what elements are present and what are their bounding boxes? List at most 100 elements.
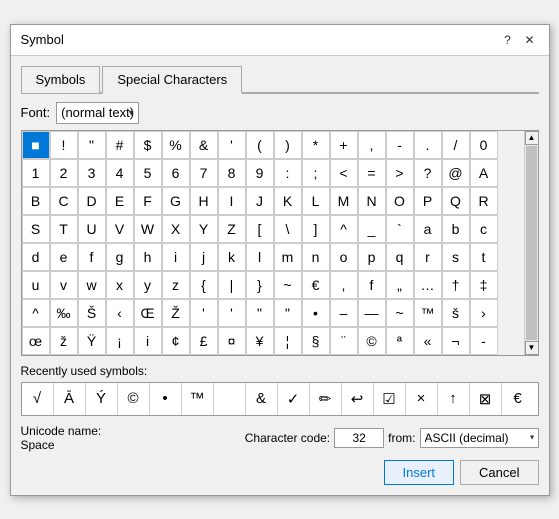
symbol-cell[interactable]: œ — [22, 327, 50, 355]
close-button[interactable]: ✕ — [521, 31, 539, 49]
symbol-cell[interactable]: u — [22, 271, 50, 299]
symbol-cell[interactable]: . — [414, 131, 442, 159]
symbol-cell[interactable]: ‹ — [106, 299, 134, 327]
symbol-cell[interactable]: € — [302, 271, 330, 299]
symbol-cell[interactable]: " — [78, 131, 106, 159]
symbol-cell[interactable]: ? — [414, 159, 442, 187]
symbol-cell[interactable]: < — [330, 159, 358, 187]
symbol-cell[interactable]: $ — [134, 131, 162, 159]
symbol-cell[interactable]: f — [358, 271, 386, 299]
symbol-cell[interactable]: T — [50, 215, 78, 243]
symbol-cell[interactable]: z — [162, 271, 190, 299]
symbol-cell[interactable]: L — [302, 187, 330, 215]
symbol-cell[interactable]: ¢ — [162, 327, 190, 355]
symbol-cell[interactable]: g — [106, 243, 134, 271]
insert-button[interactable]: Insert — [384, 460, 455, 485]
symbol-cell[interactable]: Z — [218, 215, 246, 243]
symbol-cell[interactable]: C — [50, 187, 78, 215]
symbol-cell[interactable]: , — [330, 271, 358, 299]
symbol-cell[interactable]: n — [302, 243, 330, 271]
symbol-cell[interactable]: w — [78, 271, 106, 299]
recent-symbol-cell[interactable]: ☑ — [374, 383, 406, 415]
symbol-cell[interactable]: j — [190, 243, 218, 271]
symbol-cell[interactable]: £ — [190, 327, 218, 355]
symbol-cell[interactable]: [ — [246, 215, 274, 243]
symbol-cell[interactable]: U — [78, 215, 106, 243]
symbol-cell[interactable]: J — [246, 187, 274, 215]
help-button[interactable]: ? — [499, 31, 517, 49]
symbol-cell[interactable]: 3 — [78, 159, 106, 187]
recent-symbol-cell[interactable]: ⊠ — [470, 383, 502, 415]
symbol-cell[interactable]: ) — [274, 131, 302, 159]
symbol-cell[interactable]: : — [274, 159, 302, 187]
symbol-cell[interactable]: W — [134, 215, 162, 243]
symbol-cell[interactable]: ^ — [330, 215, 358, 243]
symbol-cell[interactable]: ` — [386, 215, 414, 243]
symbol-cell[interactable]: Ž — [162, 299, 190, 327]
symbol-cell[interactable]: ' — [218, 299, 246, 327]
symbol-cell[interactable]: ~ — [386, 299, 414, 327]
recent-symbol-cell[interactable]: & — [246, 383, 278, 415]
symbol-cell[interactable]: S — [22, 215, 50, 243]
symbol-cell[interactable]: q — [386, 243, 414, 271]
symbol-cell[interactable]: c — [470, 215, 498, 243]
symbol-cell[interactable]: 5 — [134, 159, 162, 187]
symbol-cell[interactable]: ( — [246, 131, 274, 159]
symbol-cell[interactable]: D — [78, 187, 106, 215]
symbol-cell[interactable]: ¡ — [106, 327, 134, 355]
symbol-cell[interactable]: † — [442, 271, 470, 299]
symbol-cell[interactable]: 7 — [190, 159, 218, 187]
symbol-cell[interactable]: M — [330, 187, 358, 215]
symbol-cell[interactable]: ª — [386, 327, 414, 355]
symbol-cell[interactable]: ¤ — [218, 327, 246, 355]
scroll-up-button[interactable]: ▲ — [525, 131, 539, 145]
symbol-cell[interactable]: _ — [358, 215, 386, 243]
symbol-cell[interactable]: „ — [386, 271, 414, 299]
symbol-cell[interactable]: Œ — [134, 299, 162, 327]
symbol-cell[interactable]: e — [50, 243, 78, 271]
symbol-cell[interactable]: V — [106, 215, 134, 243]
symbol-cell[interactable]: ‰ — [50, 299, 78, 327]
symbol-cell[interactable]: & — [190, 131, 218, 159]
symbol-cell[interactable]: › — [470, 299, 498, 327]
symbol-cell[interactable]: o — [330, 243, 358, 271]
symbol-cell[interactable]: - — [470, 327, 498, 355]
symbol-cell[interactable]: p — [358, 243, 386, 271]
symbol-cell[interactable]: s — [442, 243, 470, 271]
symbol-cell[interactable]: ■ — [22, 131, 50, 159]
symbol-cell[interactable]: , — [358, 131, 386, 159]
symbol-cell[interactable]: F — [134, 187, 162, 215]
symbol-cell[interactable]: ' — [218, 131, 246, 159]
symbol-cell[interactable]: 6 — [162, 159, 190, 187]
symbol-cell[interactable]: 0 — [470, 131, 498, 159]
symbol-cell[interactable]: h — [134, 243, 162, 271]
recent-symbol-cell[interactable]: ✏ — [310, 383, 342, 415]
symbol-cell[interactable]: 8 — [218, 159, 246, 187]
tab-special-characters[interactable]: Special Characters — [102, 66, 242, 94]
symbol-cell[interactable]: X — [162, 215, 190, 243]
symbol-cell[interactable]: O — [386, 187, 414, 215]
symbol-cell[interactable]: A — [470, 159, 498, 187]
symbol-cell[interactable]: © — [358, 327, 386, 355]
symbol-cell[interactable]: ! — [50, 131, 78, 159]
symbol-cell[interactable]: + — [330, 131, 358, 159]
recent-symbol-cell[interactable]: ✓ — [278, 383, 310, 415]
symbol-cell[interactable]: d — [22, 243, 50, 271]
symbol-cell[interactable]: — — [358, 299, 386, 327]
symbol-cell[interactable]: 9 — [246, 159, 274, 187]
symbol-cell[interactable]: ~ — [274, 271, 302, 299]
symbol-cell[interactable]: b — [442, 215, 470, 243]
symbol-cell[interactable]: ¨ — [330, 327, 358, 355]
symbol-cell[interactable]: / — [442, 131, 470, 159]
symbol-cell[interactable]: 1 — [22, 159, 50, 187]
symbol-cell[interactable]: % — [162, 131, 190, 159]
symbol-cell[interactable]: • — [302, 299, 330, 327]
recent-symbol-cell[interactable]: ↩ — [342, 383, 374, 415]
symbol-cell[interactable]: i — [162, 243, 190, 271]
symbol-cell[interactable]: x — [106, 271, 134, 299]
symbol-cell[interactable]: @ — [442, 159, 470, 187]
symbol-cell[interactable]: k — [218, 243, 246, 271]
symbol-cell[interactable]: ; — [302, 159, 330, 187]
recent-symbol-cell[interactable]: Ā — [54, 383, 86, 415]
symbol-cell[interactable]: ™ — [414, 299, 442, 327]
